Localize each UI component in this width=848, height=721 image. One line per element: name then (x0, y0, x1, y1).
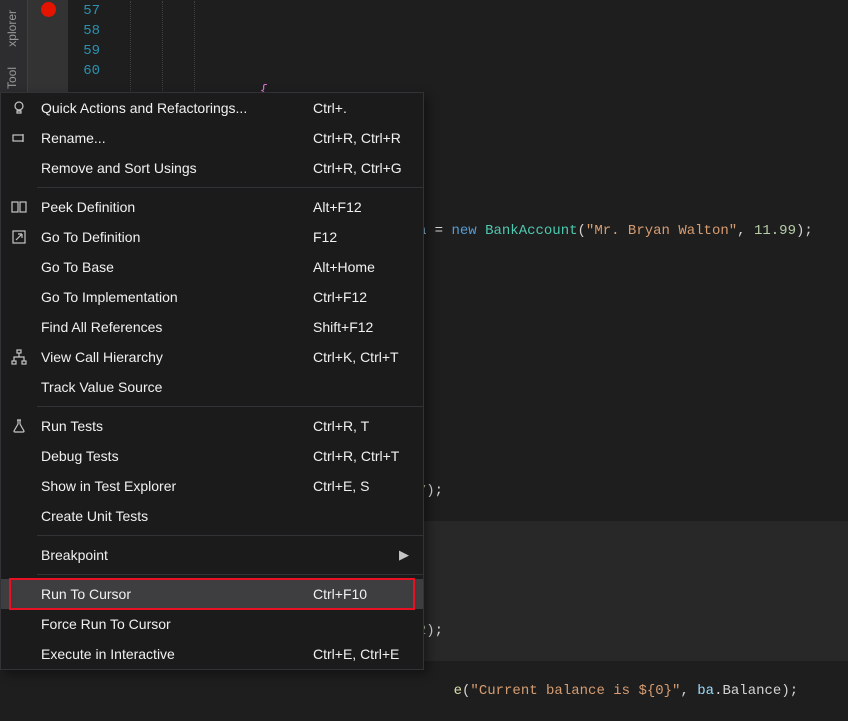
line-number: 58 (68, 21, 108, 41)
menu-item-label: Track Value Source (37, 379, 313, 395)
menu-item-label: Go To Implementation (37, 289, 313, 305)
menu-separator (37, 406, 423, 407)
bulb-icon (1, 100, 37, 116)
menu-item-debug-tests[interactable]: Debug TestsCtrl+R, Ctrl+T (1, 441, 423, 471)
menu-item-label: Force Run To Cursor (37, 616, 313, 632)
menu-item-shortcut: Ctrl+E, S (313, 478, 423, 494)
peek-icon (1, 199, 37, 215)
menu-separator (37, 535, 423, 536)
menu-item-rename[interactable]: Rename...Ctrl+R, Ctrl+R (1, 123, 423, 153)
menu-item-peek-definition[interactable]: Peek DefinitionAlt+F12 (1, 192, 423, 222)
menu-item-label: Execute in Interactive (37, 646, 313, 662)
goto-icon (1, 229, 37, 245)
menu-item-label: View Call Hierarchy (37, 349, 313, 365)
menu-item-shortcut: Ctrl+R, Ctrl+G (313, 160, 423, 176)
menu-item-shortcut: Ctrl+R, T (313, 418, 423, 434)
line-number: 57 (68, 1, 108, 21)
menu-item-track-value-source[interactable]: Track Value Source (1, 372, 423, 402)
menu-item-shortcut: Shift+F12 (313, 319, 423, 335)
line-number: 60 (68, 61, 108, 81)
menu-item-run-to-cursor[interactable]: Run To CursorCtrl+F10 (1, 579, 423, 609)
menu-item-label: Debug Tests (37, 448, 313, 464)
menu-item-shortcut: Ctrl+R, Ctrl+R (313, 130, 423, 146)
editor-context-menu: Quick Actions and Refactorings...Ctrl+.R… (0, 92, 424, 670)
menu-item-execute-in-interactive[interactable]: Execute in InteractiveCtrl+E, Ctrl+E (1, 639, 423, 669)
code-line-62: e("Current balance is ${0}", ba.Balance)… (130, 661, 848, 721)
line-number: 59 (68, 41, 108, 61)
breakpoint-dot[interactable] (41, 2, 56, 17)
menu-item-run-tests[interactable]: Run TestsCtrl+R, T (1, 411, 423, 441)
menu-item-go-to-definition[interactable]: Go To DefinitionF12 (1, 222, 423, 252)
menu-item-view-call-hierarchy[interactable]: View Call HierarchyCtrl+K, Ctrl+T (1, 342, 423, 372)
menu-item-label: Run Tests (37, 418, 313, 434)
menu-item-shortcut: Ctrl+K, Ctrl+T (313, 349, 423, 365)
menu-item-go-to-base[interactable]: Go To BaseAlt+Home (1, 252, 423, 282)
side-tab-explorer[interactable]: xplorer (0, 0, 24, 57)
menu-item-shortcut: Ctrl+R, Ctrl+T (313, 448, 423, 464)
menu-separator (37, 187, 423, 188)
menu-item-label: Go To Base (37, 259, 313, 275)
menu-item-create-unit-tests[interactable]: Create Unit Tests (1, 501, 423, 531)
menu-item-go-to-implementation[interactable]: Go To ImplementationCtrl+F12 (1, 282, 423, 312)
menu-item-label: Run To Cursor (37, 586, 313, 602)
menu-item-label: Peek Definition (37, 199, 313, 215)
menu-item-label: Create Unit Tests (37, 508, 313, 524)
menu-item-shortcut: Ctrl+F10 (313, 586, 423, 602)
menu-item-label: Remove and Sort Usings (37, 160, 313, 176)
menu-item-label: Quick Actions and Refactorings... (37, 100, 313, 116)
menu-item-find-all-references[interactable]: Find All ReferencesShift+F12 (1, 312, 423, 342)
menu-separator (37, 574, 423, 575)
menu-item-quick-actions-and-refactorings[interactable]: Quick Actions and Refactorings...Ctrl+. (1, 93, 423, 123)
menu-item-remove-and-sort-usings[interactable]: Remove and Sort UsingsCtrl+R, Ctrl+G (1, 153, 423, 183)
menu-item-label: Go To Definition (37, 229, 313, 245)
menu-item-label: Rename... (37, 130, 313, 146)
menu-item-force-run-to-cursor[interactable]: Force Run To Cursor (1, 609, 423, 639)
menu-item-label: Show in Test Explorer (37, 478, 313, 494)
menu-item-shortcut: F12 (313, 229, 423, 245)
menu-item-breakpoint[interactable]: Breakpoint▶ (1, 540, 423, 570)
menu-item-shortcut: Ctrl+E, Ctrl+E (313, 646, 423, 662)
menu-item-shortcut: Ctrl+F12 (313, 289, 423, 305)
menu-item-label: Breakpoint (37, 547, 399, 563)
menu-item-show-in-test-explorer[interactable]: Show in Test ExplorerCtrl+E, S (1, 471, 423, 501)
menu-item-label: Find All References (37, 319, 313, 335)
menu-item-shortcut: Alt+F12 (313, 199, 423, 215)
rename-icon (1, 130, 37, 146)
submenu-arrow-icon: ▶ (399, 547, 423, 563)
menu-item-shortcut: Ctrl+. (313, 100, 423, 116)
flask-icon (1, 418, 37, 434)
menu-item-shortcut: Alt+Home (313, 259, 423, 275)
hier-icon (1, 349, 37, 365)
